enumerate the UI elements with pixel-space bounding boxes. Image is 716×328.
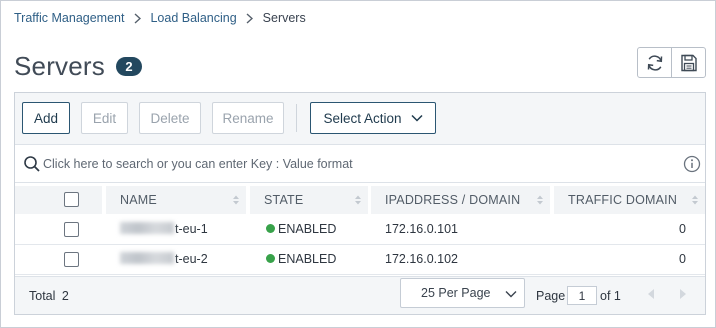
toolbar: Add Edit Delete Rename Select Action — [15, 93, 705, 145]
state-cell: ENABLED — [266, 222, 336, 236]
breadcrumb-load-balancing[interactable]: Load Balancing — [150, 11, 236, 25]
server-name[interactable]: t-eu-1 — [120, 222, 208, 236]
column-header-traffic-domain[interactable]: TRAFFIC DOMAIN — [554, 186, 705, 214]
select-action-label: Select Action — [323, 110, 402, 126]
page-title: Servers — [14, 51, 105, 81]
title-row: Servers 2 — [14, 51, 142, 82]
table-row[interactable]: t-eu-2 ENABLED 172.16.0.102 0 — [15, 245, 705, 275]
state-label: ENABLED — [278, 222, 337, 236]
add-button[interactable]: Add — [22, 102, 70, 134]
chevron-right-icon — [124, 12, 150, 24]
select-action-dropdown[interactable]: Select Action — [310, 102, 436, 134]
chevron-right-icon — [237, 12, 263, 24]
column-header-name[interactable]: NAME — [106, 186, 246, 214]
refresh-button[interactable] — [637, 47, 672, 78]
column-header-label: NAME — [120, 193, 157, 207]
count-badge: 2 — [115, 57, 142, 76]
redacted-name — [120, 222, 174, 234]
row-checkbox[interactable] — [64, 252, 79, 267]
ip-address: 172.16.0.101 — [385, 222, 458, 236]
next-page-icon[interactable] — [676, 287, 690, 301]
sort-icon — [537, 195, 543, 205]
status-dot — [266, 254, 275, 263]
sort-icon — [355, 195, 361, 205]
state-label: ENABLED — [278, 252, 337, 266]
servers-page: Traffic Management Load Balancing Server… — [0, 0, 716, 328]
table-footer: Total 2 25 Per Page Page of 1 — [15, 276, 705, 314]
per-page-dropdown[interactable]: 25 Per Page — [400, 278, 525, 308]
column-header-label: STATE — [264, 193, 304, 207]
traffic-domain: 0 — [679, 252, 686, 266]
column-header-label: IPADDRESS / DOMAIN — [385, 193, 521, 207]
search-bar — [15, 145, 705, 183]
chevron-down-icon — [410, 114, 423, 122]
row-checkbox[interactable] — [64, 222, 79, 237]
save-button[interactable] — [671, 47, 706, 78]
chevron-down-icon — [505, 291, 517, 298]
info-icon[interactable] — [683, 155, 701, 173]
table-header: NAME STATE IPADDRESS / DOMAIN TRAFFIC DO… — [15, 183, 705, 216]
sort-icon — [233, 195, 239, 205]
breadcrumb: Traffic Management Load Balancing Server… — [14, 10, 306, 26]
toolbar-divider — [296, 104, 297, 132]
page-number-input[interactable] — [567, 286, 597, 305]
servers-panel: Add Edit Delete Rename Select Action Cli… — [14, 92, 706, 315]
delete-button[interactable]: Delete — [139, 102, 201, 134]
search-input[interactable] — [43, 153, 673, 175]
traffic-domain: 0 — [679, 222, 686, 236]
column-header-ipaddress[interactable]: IPADDRESS / DOMAIN — [371, 186, 550, 214]
status-dot — [266, 224, 275, 233]
total-label: Total — [29, 289, 56, 303]
total-value: 2 — [61, 289, 69, 303]
server-name-suffix: t-eu-2 — [175, 252, 208, 266]
column-header-state[interactable]: STATE — [250, 186, 368, 214]
breadcrumb-current: Servers — [262, 11, 306, 25]
per-page-label: 25 Per Page — [421, 286, 491, 300]
save-icon — [680, 54, 697, 71]
state-cell: ENABLED — [266, 252, 336, 266]
page-of-label: of 1 — [600, 289, 621, 303]
select-all-checkbox[interactable] — [64, 192, 79, 207]
redacted-name — [120, 252, 174, 264]
previous-page-icon[interactable] — [644, 287, 658, 301]
column-header-label: TRAFFIC DOMAIN — [568, 193, 678, 207]
select-all-header — [15, 186, 102, 214]
search-icon — [24, 156, 40, 172]
server-name[interactable]: t-eu-2 — [120, 252, 208, 266]
refresh-icon — [647, 54, 662, 71]
server-name-suffix: t-eu-1 — [175, 222, 208, 236]
sort-icon — [692, 195, 698, 205]
ip-address: 172.16.0.102 — [385, 252, 458, 266]
total-count: Total 2 — [29, 289, 69, 303]
edit-button[interactable]: Edit — [81, 102, 128, 134]
table-row[interactable]: t-eu-1 ENABLED 172.16.0.101 0 — [15, 215, 705, 245]
page-label: Page — [536, 289, 566, 303]
breadcrumb-traffic-management[interactable]: Traffic Management — [14, 11, 124, 25]
rename-button[interactable]: Rename — [212, 102, 284, 134]
